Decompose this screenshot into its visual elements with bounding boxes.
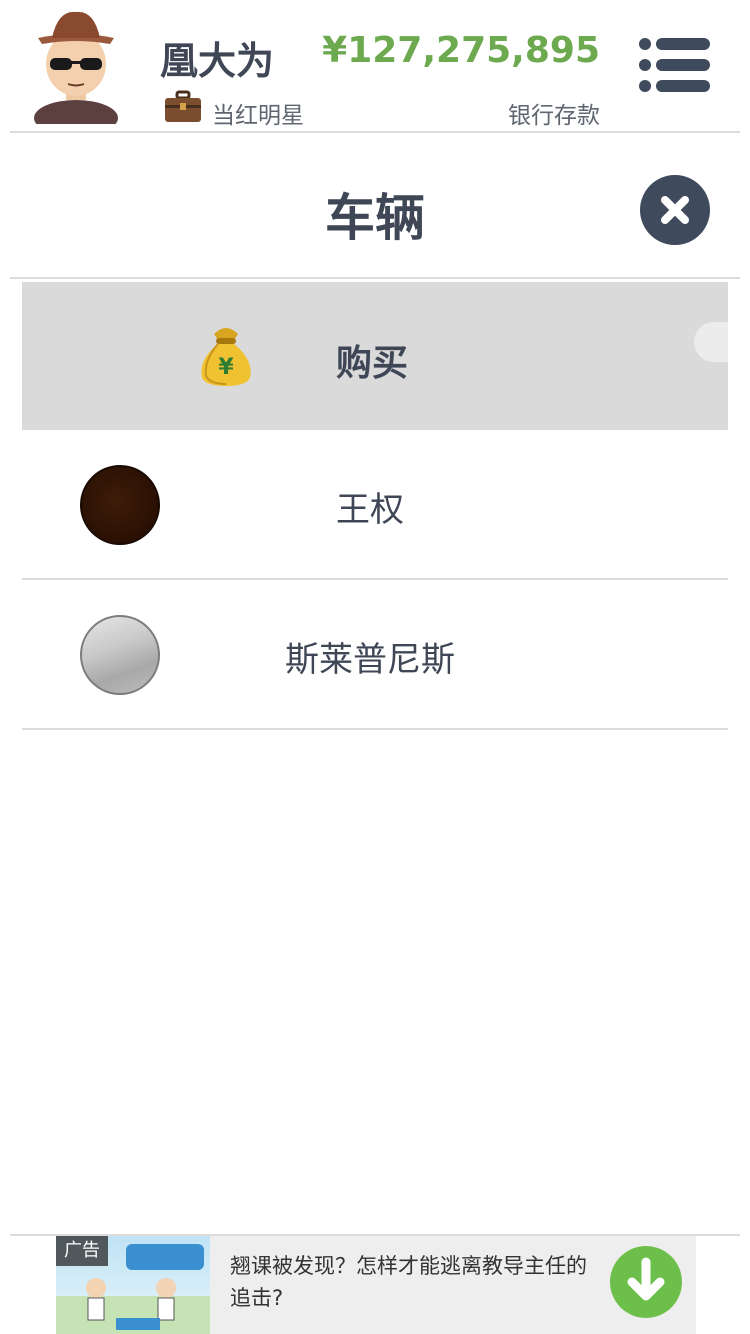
money-bag-icon: ¥ <box>201 328 251 386</box>
edge-handle[interactable] <box>694 322 728 362</box>
download-icon <box>627 1257 665 1301</box>
ad-text: 翘课被发现？怎样才能逃离教导主任的追击? <box>230 1254 587 1310</box>
ad-tag: 广告 <box>56 1236 108 1266</box>
vehicle-row[interactable]: 王权 <box>22 430 728 580</box>
player-name: 凰大为 <box>160 39 275 83</box>
bank-balance-label: 银行存款 <box>508 103 600 129</box>
vehicle-row[interactable]: 斯莱普尼斯 <box>22 580 728 730</box>
svg-text:¥: ¥ <box>218 355 234 380</box>
close-button[interactable] <box>640 175 710 245</box>
page-title: 车辆 <box>325 189 425 247</box>
vehicle-name: 王权 <box>336 490 404 530</box>
download-button[interactable] <box>610 1246 682 1318</box>
ad-thumbnail: 广告 <box>56 1236 210 1334</box>
buy-label: 购买 <box>336 343 409 384</box>
player-header: 凰大为 当红明星 ¥127,275,895 银行存款 <box>0 0 750 132</box>
vehicles-screen: 凰大为 当红明星 ¥127,275,895 银行存款 车辆 ¥ 购买 王权 斯莱… <box>0 0 750 1334</box>
job-title: 当红明星 <box>212 103 304 129</box>
ad-banner[interactable]: 广告 翘课被发现？怎样才能逃离教导主任的追击? <box>56 1236 696 1334</box>
buy-vehicle-button[interactable]: ¥ 购买 <box>22 282 728 430</box>
vehicle-name: 斯莱普尼斯 <box>285 640 455 680</box>
bank-balance: ¥127,275,895 <box>322 30 600 71</box>
menu-icon[interactable] <box>638 36 712 94</box>
player-avatar[interactable] <box>28 8 124 124</box>
header-divider <box>10 131 740 133</box>
title-divider <box>10 277 740 279</box>
briefcase-icon <box>165 90 201 122</box>
close-icon <box>661 196 689 224</box>
